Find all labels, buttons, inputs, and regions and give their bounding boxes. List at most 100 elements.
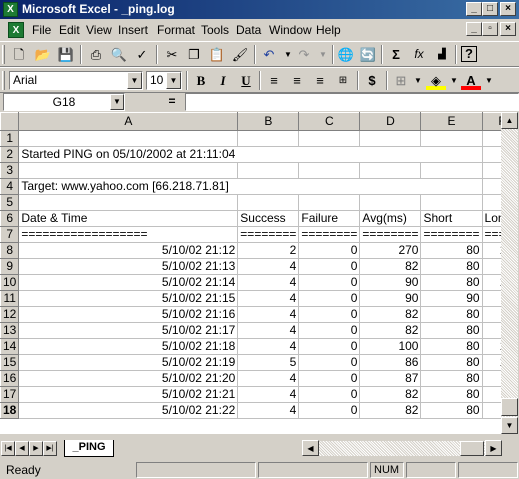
row-header[interactable]: 11 — [0, 290, 20, 307]
cell-e10[interactable]: 80 — [420, 274, 483, 291]
cell-a8[interactable]: 5/10/02 21:12 — [18, 242, 239, 259]
cell-f11[interactable]: 91 — [482, 290, 501, 307]
cell-c8[interactable]: 0 — [298, 242, 361, 259]
row-header[interactable]: 12 — [0, 306, 20, 323]
cell-e4[interactable] — [420, 178, 483, 195]
maximize-button[interactable]: □ — [482, 2, 498, 16]
last-sheet-icon[interactable]: ▶| — [43, 441, 57, 456]
cell-a17[interactable]: 5/10/02 21:21 — [18, 386, 239, 403]
column-header-d[interactable]: D — [359, 112, 422, 131]
open-icon[interactable]: 📂 — [33, 45, 53, 64]
row-header[interactable]: 8 — [0, 242, 20, 259]
cell-c16[interactable]: 0 — [298, 370, 361, 387]
row-header[interactable]: 10 — [0, 274, 20, 291]
copy-icon[interactable]: ❐ — [184, 45, 204, 64]
font-size-combo[interactable]: 10 ▼ — [146, 71, 182, 90]
cell-a18[interactable]: 5/10/02 21:22 — [18, 402, 239, 419]
worksheet-grid[interactable]: ABCDEFG12Started PING on 05/10/2002 at 2… — [0, 112, 501, 434]
cell-e3[interactable] — [420, 162, 483, 179]
horizontal-scroll-thumb[interactable] — [460, 441, 484, 456]
cell-a10[interactable]: 5/10/02 21:14 — [18, 274, 239, 291]
cell-c18[interactable]: 0 — [298, 402, 361, 419]
autosum-icon[interactable]: Σ — [386, 45, 406, 64]
currency-icon[interactable]: $ — [362, 71, 382, 90]
cell-d10[interactable]: 90 — [359, 274, 422, 291]
row-header[interactable]: 9 — [0, 258, 20, 275]
column-header-f[interactable]: F — [481, 112, 501, 131]
cell-b18[interactable]: 4 — [237, 402, 300, 419]
cell-b11[interactable]: 4 — [237, 290, 300, 307]
doc-close-button[interactable]: × — [500, 22, 516, 36]
toolbar-grip[interactable] — [2, 71, 5, 90]
cell-a9[interactable]: 5/10/02 21:13 — [18, 258, 239, 275]
cell-b8[interactable]: 2 — [237, 242, 300, 259]
cell-f5[interactable] — [482, 194, 501, 211]
cell-a7[interactable]: ================== — [18, 226, 239, 243]
scroll-down-icon[interactable]: ▼ — [501, 417, 518, 434]
row-header[interactable]: 6 — [0, 210, 20, 227]
cell-d12[interactable]: 82 — [359, 306, 422, 323]
cell-f7[interactable]: ===== — [482, 226, 501, 243]
redo-icon[interactable]: ↷ — [294, 45, 314, 64]
edit-formula-button[interactable]: = — [160, 94, 184, 108]
workbook-icon[interactable]: X — [8, 22, 24, 38]
sheet-tab-ping[interactable]: _PING — [64, 440, 114, 457]
row-header[interactable]: 5 — [0, 194, 20, 211]
italic-button[interactable]: I — [213, 71, 233, 90]
row-header[interactable]: 1 — [0, 130, 20, 147]
spelling-icon[interactable]: ✓ — [132, 45, 152, 64]
row-header[interactable]: 17 — [0, 386, 20, 403]
fill-color-icon[interactable]: ◈ — [426, 71, 446, 90]
font-color-dropdown-icon[interactable]: ▼ — [479, 71, 499, 90]
scroll-right-icon[interactable]: ▶ — [485, 440, 502, 456]
cell-f6[interactable]: Long — [482, 210, 501, 227]
cell-e14[interactable]: 80 — [420, 338, 483, 355]
cell-b16[interactable]: 4 — [237, 370, 300, 387]
cell-e1[interactable] — [420, 130, 483, 147]
cell-b9[interactable]: 4 — [237, 258, 300, 275]
new-icon[interactable]: 🗋 — [9, 45, 29, 64]
cell-c3[interactable] — [298, 162, 361, 179]
cell-c13[interactable]: 0 — [298, 322, 361, 339]
cell-f18[interactable]: 90 — [482, 402, 501, 419]
save-icon[interactable]: 💾 — [56, 45, 76, 64]
cell-c11[interactable]: 0 — [298, 290, 361, 307]
menu-format[interactable]: Format — [157, 23, 195, 37]
cell-a2[interactable]: Started PING on 05/10/2002 at 21:11:04 — [18, 146, 238, 163]
row-header[interactable]: 18 — [0, 402, 20, 419]
cell-f12[interactable]: 90 — [482, 306, 501, 323]
cell-d18[interactable]: 82 — [359, 402, 422, 419]
cell-e6[interactable]: Short — [420, 210, 483, 227]
cell-a12[interactable]: 5/10/02 21:16 — [18, 306, 239, 323]
name-box[interactable]: G18 ▼ — [3, 93, 125, 111]
cell-a15[interactable]: 5/10/02 21:19 — [18, 354, 239, 371]
row-header[interactable]: 7 — [0, 226, 20, 243]
cell-b6[interactable]: Success — [237, 210, 300, 227]
cell-f13[interactable]: 91 — [482, 322, 501, 339]
doc-minimize-button[interactable]: _ — [466, 22, 482, 36]
redo-dropdown-icon[interactable]: ▼ — [313, 45, 333, 64]
cell-e16[interactable]: 80 — [420, 370, 483, 387]
row-header[interactable]: 13 — [0, 322, 20, 339]
cell-c1[interactable] — [298, 130, 361, 147]
cell-e5[interactable] — [420, 194, 483, 211]
cell-c17[interactable]: 0 — [298, 386, 361, 403]
cell-d7[interactable]: ======== — [359, 226, 422, 243]
cell-b4[interactable] — [237, 178, 299, 195]
cell-b3[interactable] — [237, 162, 300, 179]
cell-a11[interactable]: 5/10/02 21:15 — [18, 290, 239, 307]
cell-e9[interactable]: 80 — [420, 258, 483, 275]
cell-c4[interactable] — [298, 178, 360, 195]
cell-a3[interactable] — [18, 162, 239, 179]
undo-icon[interactable]: ↶ — [259, 45, 279, 64]
row-header[interactable]: 15 — [0, 354, 20, 371]
excel-app-icon[interactable]: X — [3, 2, 18, 17]
cell-f14[interactable]: 140 — [482, 338, 501, 355]
menu-tools[interactable]: Tools — [201, 23, 229, 37]
scroll-up-icon[interactable]: ▲ — [501, 112, 518, 129]
menu-file[interactable]: File — [32, 23, 51, 37]
web-toolbar-icon[interactable]: 🔄 — [358, 45, 378, 64]
cell-f16[interactable]: 90 — [482, 370, 501, 387]
cell-a4[interactable]: Target: www.yahoo.com [66.218.71.81] — [18, 178, 238, 195]
cell-b14[interactable]: 4 — [237, 338, 300, 355]
